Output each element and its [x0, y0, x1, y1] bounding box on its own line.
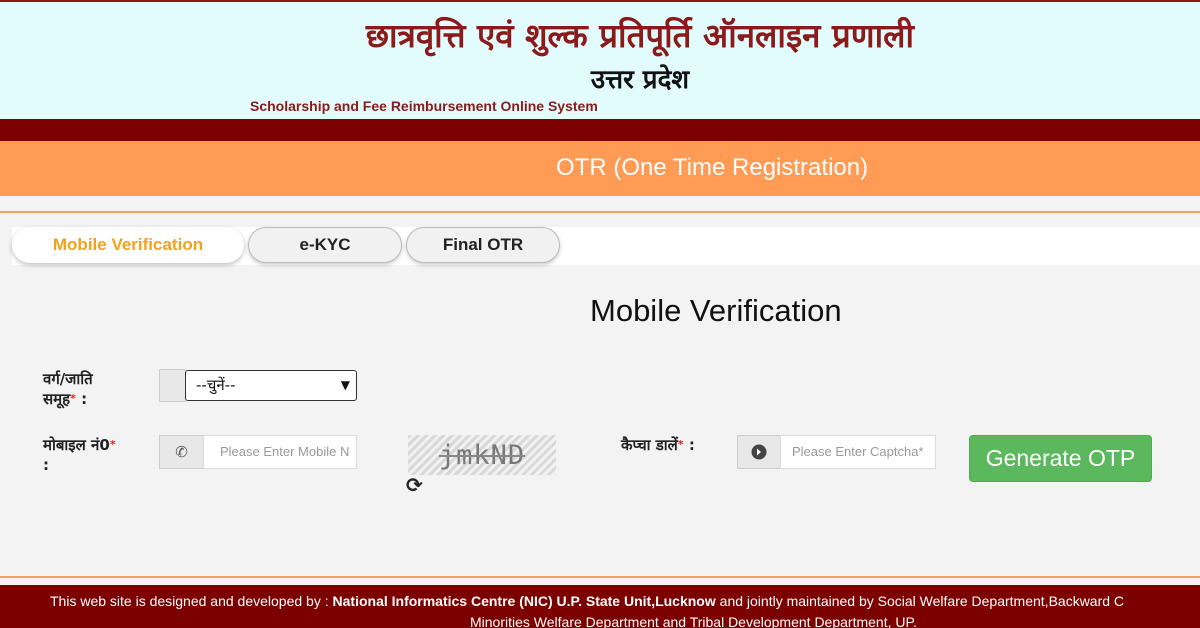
- captcha-image: jmkND: [408, 435, 556, 475]
- site-footer: This web site is designed and developed …: [0, 585, 1200, 628]
- state-name: उत्तर प्रदेश: [590, 65, 690, 95]
- captcha-label-text: कैप्चा डालें: [621, 436, 678, 454]
- tab-mobile-verification[interactable]: Mobile Verification: [12, 227, 244, 263]
- form-title: Mobile Verification: [590, 293, 842, 328]
- mobile-label-colon: :: [43, 456, 49, 474]
- phone-addon: ✆: [159, 435, 204, 469]
- captcha-input[interactable]: Please Enter Captcha*: [780, 435, 936, 469]
- footer-suffix: and jointly maintained by Social Welfare…: [715, 593, 1125, 609]
- captcha-label-colon: :: [683, 436, 695, 454]
- main-content: Mobile Verification e-KYC Final OTR Mobi…: [0, 211, 1200, 578]
- tab-ekyc[interactable]: e-KYC: [248, 227, 402, 263]
- arrow-circle-right-icon: [751, 444, 767, 460]
- category-label: वर्ग/जाति समूह* :: [43, 369, 93, 409]
- captcha-label: कैप्चा डालें* :: [621, 435, 695, 455]
- phone-icon: ✆: [175, 444, 188, 461]
- mobile-label: मोबाइल नं0* :: [43, 435, 116, 475]
- otr-banner-title: OTR (One Time Registration): [556, 154, 869, 181]
- captcha-text: jmkND: [438, 439, 526, 471]
- footer-line2: Minorities Welfare Department and Tribal…: [470, 614, 917, 628]
- tab-final-otr[interactable]: Final OTR: [406, 227, 560, 263]
- generate-otp-button[interactable]: Generate OTP: [969, 435, 1152, 482]
- category-label-line2: समूह: [43, 390, 71, 408]
- category-label-colon: :: [75, 390, 88, 408]
- otr-banner: OTR (One Time Registration): [0, 141, 1200, 196]
- footer-prefix: This web site is designed and developed …: [50, 593, 333, 609]
- tab-strip: Mobile Verification e-KYC Final OTR: [12, 227, 1200, 265]
- site-header: छात्रवृत्ति एवं शुल्क प्रतिपूर्ति ऑनलाइन…: [0, 0, 1200, 119]
- mobile-input[interactable]: Please Enter Mobile N: [203, 435, 357, 469]
- category-select-value: --चुनें--: [196, 376, 236, 394]
- category-addon: [159, 369, 186, 402]
- site-title-hindi: छात्रवृत्ति एवं शुल्क प्रतिपूर्ति ऑनलाइन…: [365, 16, 915, 55]
- header-divider-bar: [0, 119, 1200, 141]
- footer-developer: National Informatics Centre (NIC) U.P. S…: [332, 593, 716, 609]
- chevron-down-icon: ▼: [340, 378, 350, 392]
- site-title-english: Scholarship and Fee Reimbursement Online…: [250, 98, 598, 114]
- captcha-addon: [737, 435, 781, 469]
- category-select[interactable]: --चुनें-- ▼: [185, 370, 357, 401]
- footer-line1: This web site is designed and developed …: [50, 593, 1124, 609]
- mobile-label-text: मोबाइल नं0: [43, 436, 110, 454]
- refresh-icon[interactable]: ⟳: [406, 473, 423, 498]
- required-mark: *: [109, 438, 116, 451]
- category-label-line1: वर्ग/जाति: [43, 370, 93, 388]
